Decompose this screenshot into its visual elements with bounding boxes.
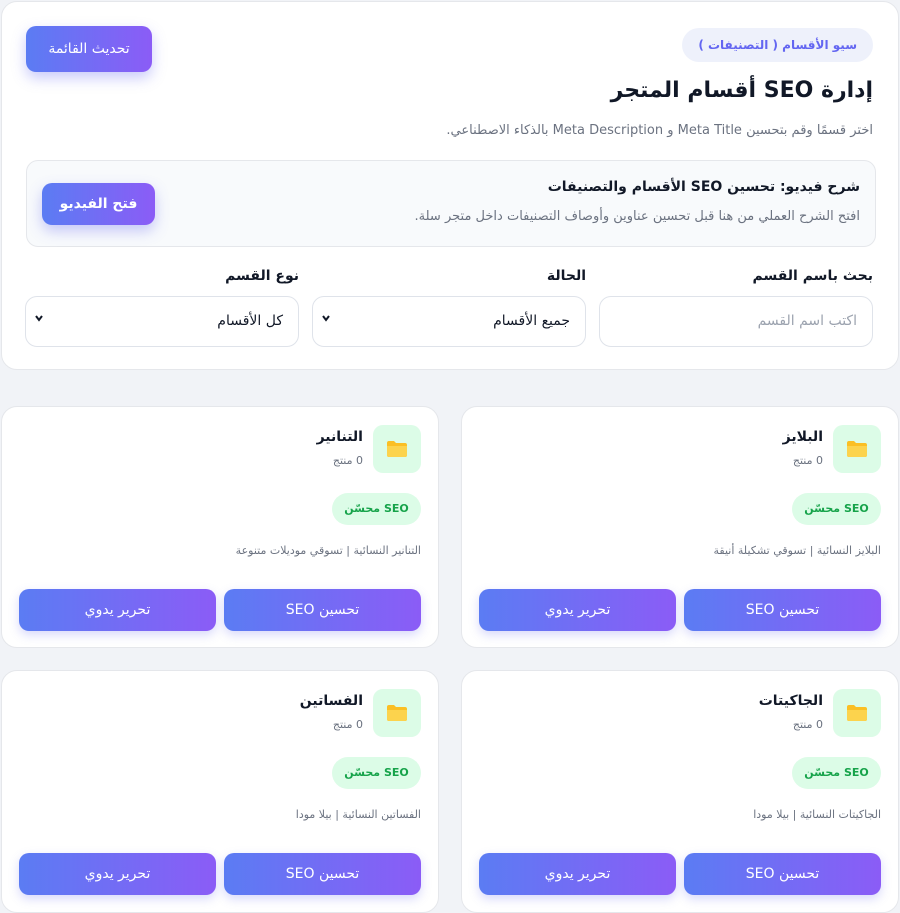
manual-edit-button[interactable]: تحرير يدوي: [479, 853, 676, 895]
category-name: البلايز: [782, 429, 823, 445]
manual-edit-button[interactable]: تحرير يدوي: [479, 589, 676, 631]
folder-icon: [833, 425, 881, 473]
chevron-down-icon: [34, 313, 44, 326]
header-card: سيو الأقسام ( التصنيفات ) تحديث القائمة …: [1, 1, 899, 370]
optimize-seo-button[interactable]: تحسين SEO: [684, 853, 881, 895]
refresh-list-button[interactable]: تحديث القائمة: [26, 26, 152, 72]
folder-icon: [373, 425, 421, 473]
chevron-down-icon: [321, 313, 331, 326]
category-product-count: 0 منتج: [792, 454, 823, 467]
optimize-seo-button[interactable]: تحسين SEO: [224, 589, 421, 631]
folder-icon: [833, 689, 881, 737]
status-select[interactable]: جميع الأقسام: [312, 296, 586, 347]
type-label: نوع القسم: [225, 268, 299, 284]
video-guide-description: افتح الشرح العملي من هنا قبل تحسين عناوي…: [414, 209, 860, 224]
seo-status-badge: SEO محسّن: [792, 493, 881, 525]
category-product-count: 0 منتج: [792, 718, 823, 731]
status-label: الحالة: [546, 268, 586, 284]
manual-edit-button[interactable]: تحرير يدوي: [19, 589, 216, 631]
search-label: بحث باسم القسم: [752, 268, 873, 284]
page-title: إدارة SEO أقسام المتجر: [610, 78, 873, 103]
category-card: البلايز 0 منتج SEO محسّن البلايز النسائي…: [461, 406, 899, 648]
section-badge: سيو الأقسام ( التصنيفات ): [682, 28, 873, 62]
category-card: التنانير 0 منتج SEO محسّن التنانير النسا…: [1, 406, 439, 648]
optimize-seo-button[interactable]: تحسين SEO: [684, 589, 881, 631]
category-name: الجاكيتات: [758, 693, 823, 709]
category-product-count: 0 منتج: [332, 454, 363, 467]
seo-status-badge: SEO محسّن: [332, 757, 421, 789]
folder-icon: [373, 689, 421, 737]
category-card: الجاكيتات 0 منتج SEO محسّن الجاكيتات الن…: [461, 670, 899, 913]
page-subtitle: اختر قسمًا وقم بتحسين Meta Title و Meta …: [446, 123, 873, 138]
category-description: الجاكيتات النسائية | بيلا مودا: [753, 808, 881, 821]
category-card: الفساتين 0 منتج SEO محسّن الفساتين النسا…: [1, 670, 439, 913]
seo-status-badge: SEO محسّن: [792, 757, 881, 789]
video-guide-box: شرح فيديو: تحسين SEO الأقسام والتصنيفات …: [26, 160, 876, 247]
category-name: الفساتين: [299, 693, 363, 709]
type-select-value: كل الأقسام: [217, 313, 283, 329]
type-select[interactable]: كل الأقسام: [25, 296, 299, 347]
status-select-value: جميع الأقسام: [493, 313, 570, 329]
video-guide-title: شرح فيديو: تحسين SEO الأقسام والتصنيفات: [547, 179, 860, 195]
category-name: التنانير: [316, 429, 363, 445]
seo-status-badge: SEO محسّن: [332, 493, 421, 525]
search-placeholder: اكتب اسم القسم: [757, 313, 857, 329]
category-description: البلايز النسائية | تسوقي تشكيلة أنيقة: [713, 544, 881, 557]
manual-edit-button[interactable]: تحرير يدوي: [19, 853, 216, 895]
category-description: التنانير النسائية | تسوقي موديلات متنوعة: [235, 544, 421, 557]
open-video-button[interactable]: فتح الفيديو: [42, 183, 155, 225]
category-description: الفساتين النسائية | بيلا مودا: [295, 808, 421, 821]
search-input[interactable]: اكتب اسم القسم: [599, 296, 873, 347]
category-product-count: 0 منتج: [332, 718, 363, 731]
optimize-seo-button[interactable]: تحسين SEO: [224, 853, 421, 895]
